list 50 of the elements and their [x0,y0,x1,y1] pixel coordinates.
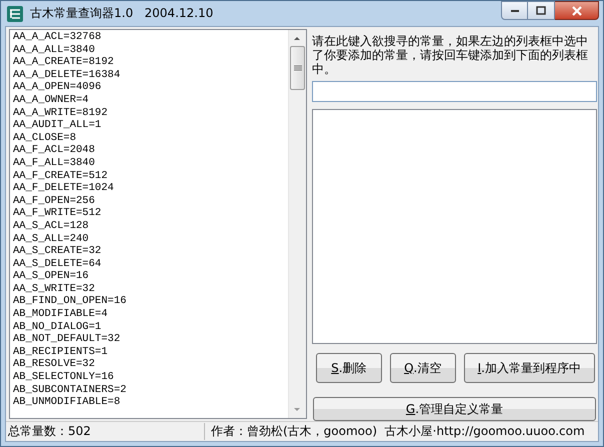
list-item[interactable]: AA_A_ALL=3840 [13,44,288,56]
list-item[interactable]: AB_NOT_DEFAULT=32 [13,333,288,346]
list-item[interactable]: AB_RECIPIENTS=1 [13,346,288,358]
list-item[interactable]: AA_A_DELETE=16384 [13,68,288,82]
list-item[interactable]: AB_MODIFIABLE=4 [13,308,288,321]
grip-icon [294,64,302,72]
scrollbar[interactable] [288,30,306,418]
list-item[interactable]: AA_S_WRITE=32 [13,282,288,296]
minimize-button[interactable] [501,1,528,20]
list-item[interactable]: AA_F_WRITE=512 [13,207,288,220]
list-item[interactable]: AA_S_ALL=240 [13,232,288,246]
list-item[interactable]: AB_UNMODIFIABLE=8 [13,396,288,409]
list-item[interactable]: AA_F_ACL=2048 [13,144,288,157]
list-item[interactable]: AA_AUDIT_ALL=1 [13,119,288,132]
maximize-button[interactable] [528,1,555,20]
instruction-text: 请在此键入欲搜寻的常量，如果左边的列表框中选中了你要添加的常量，请按回车键添加到下面的列表框中。 [312,33,589,76]
list-item[interactable]: AA_A_OPEN=4096 [13,81,288,94]
manage-custom-constants-button[interactable]: G.管理自定义常量 [313,397,596,422]
action-button[interactable]: I.加入常量到程序中 [464,353,595,384]
app-icon [6,4,24,22]
list-item[interactable]: AB_FIND_ON_OPEN=16 [13,295,288,308]
list-item[interactable]: AA_S_CREATE=32 [13,245,288,258]
scroll-up-icon[interactable] [294,37,300,40]
constants-listbox[interactable] [9,29,307,419]
list-item[interactable]: AB_NO_DIALOG=1 [13,320,288,334]
maximize-icon [536,6,546,15]
list-item[interactable]: AA_S_OPEN=16 [13,270,288,283]
list-item[interactable]: AA_A_WRITE=8192 [13,106,288,120]
window-title: 古木常量查询器1.0 2004.12.10 [30,5,214,22]
list-item[interactable]: AA_S_ACL=128 [13,220,288,232]
list-item[interactable]: AA_F_OPEN=256 [13,194,288,208]
list-item[interactable]: AA_F_CREATE=512 [13,170,288,182]
status-author: 作者：曾劲松(古木，goomoo) 古木小屋·http://goomoo.uuoo.com [204,423,598,440]
list-item[interactable]: AB_RESOLVE=32 [13,358,288,372]
list-item[interactable]: AA_A_CREATE=8192 [13,56,288,69]
list-item[interactable]: AA_F_ALL=3840 [13,156,288,170]
list-item[interactable]: AA_A_ACL=32768 [13,31,288,44]
close-button[interactable] [555,1,599,20]
list-item[interactable]: AA_S_DELETE=64 [13,258,288,270]
list-item[interactable]: AA_CLOSE=8 [13,132,288,144]
list-item[interactable]: AB_SUBCONTAINERS=2 [13,384,288,396]
list-item[interactable]: AB_SELECTONLY=16 [13,371,288,384]
list-item[interactable]: AA_F_DELETE=1024 [13,182,288,195]
search-field[interactable] [312,80,597,102]
minimize-icon [510,8,520,12]
status-count: 总常量数：502 [7,423,92,440]
action-button[interactable]: S.删除 [316,353,382,384]
close-icon [570,6,582,16]
action-button[interactable]: Q.清空 [390,353,456,384]
list-item[interactable]: AA_A_OWNER=4 [13,94,288,107]
